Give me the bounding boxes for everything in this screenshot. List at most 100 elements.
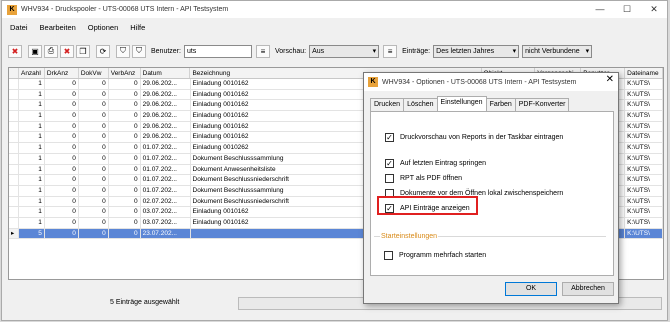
row-indicator[interactable] — [9, 164, 19, 175]
table-cell: 1 — [19, 164, 45, 175]
table-cell: 0 — [109, 196, 141, 207]
toolbar: ✖ ▣ ⎙ ✖ ❐ ⟳ ⛉ ⛉ Benutzer: uts ≡ Vorschau… — [8, 41, 666, 61]
column-header[interactable]: Anzahl — [19, 68, 45, 78]
table-cell: 29.06.202... — [141, 100, 191, 111]
table-cell: 0 — [109, 207, 141, 217]
table-cell: 1 — [19, 153, 45, 164]
close-icon[interactable]: ✕ — [641, 1, 667, 18]
menu-bearbeiten[interactable]: Bearbeiten — [40, 23, 76, 32]
table-cell: 01.07.202... — [141, 185, 191, 196]
option-letzter-eintrag[interactable]: ✓ Auf letzten Eintrag springen — [385, 159, 486, 168]
dialog-title: WHV934 - Optionen - UTS-00068 UTS Intern… — [382, 78, 577, 86]
row-indicator[interactable] — [9, 79, 19, 89]
table-cell: K:\UTS\ — [625, 111, 663, 121]
menu-datei[interactable]: Datei — [10, 23, 28, 32]
dialog-close-icon[interactable]: ✕ — [606, 74, 614, 85]
column-header[interactable]: Dateiname — [625, 68, 663, 78]
row-indicator[interactable] — [9, 111, 19, 121]
option-rpt-pdf[interactable]: RPT als PDF öffnen — [385, 174, 462, 183]
option-label: RPT als PDF öffnen — [400, 175, 462, 182]
option-label: Druckvorschau von Reports in der Taskbar… — [400, 134, 564, 141]
table-cell: 03.07.202... — [141, 207, 191, 217]
table-cell: 1 — [19, 196, 45, 207]
maximize-icon[interactable]: ☐ — [614, 1, 640, 18]
table-cell: 0 — [109, 164, 141, 175]
table-cell: 0 — [45, 175, 79, 185]
table-cell: 1 — [19, 121, 45, 132]
column-header[interactable]: VerbAnz — [109, 68, 141, 78]
row-indicator-header — [9, 68, 19, 78]
benutzer-input[interactable]: uts — [183, 44, 252, 58]
checkbox-checked[interactable]: ✓ — [385, 159, 394, 168]
refresh-icon[interactable]: ⟳ — [96, 44, 110, 58]
checkbox-unchecked[interactable] — [385, 174, 394, 183]
table-cell: K:\UTS\ — [625, 207, 663, 217]
save-icon[interactable]: ▣ — [28, 44, 42, 58]
row-indicator[interactable] — [9, 143, 19, 153]
table-cell: 0 — [109, 89, 141, 100]
cancel-button[interactable]: Abbrechen — [562, 282, 614, 296]
vorschau-select[interactable]: Aus — [309, 44, 380, 58]
tab-einstellungen[interactable]: Einstellungen — [436, 96, 487, 111]
tab-pdf-konverter[interactable]: PDF-Konverter — [514, 98, 570, 111]
window-title: WHV934 - Druckspooler - UTS-00068 UTS In… — [21, 6, 229, 13]
row-indicator[interactable] — [9, 196, 19, 207]
table-cell: K:\UTS\ — [625, 217, 663, 228]
table-cell: 1 — [19, 217, 45, 228]
row-indicator[interactable]: ▸ — [9, 228, 19, 239]
row-indicator[interactable] — [9, 153, 19, 164]
benutzer-label: Benutzer: — [151, 47, 181, 55]
table-cell: 0 — [45, 89, 79, 100]
row-indicator[interactable] — [9, 217, 19, 228]
row-indicator[interactable] — [9, 89, 19, 100]
list-icon[interactable]: ≡ — [255, 44, 270, 58]
row-indicator[interactable] — [9, 121, 19, 132]
table-cell: 01.07.202... — [141, 164, 191, 175]
row-indicator[interactable] — [9, 185, 19, 196]
table-cell: 01.07.202... — [141, 143, 191, 153]
table-cell: 0 — [79, 207, 109, 217]
row-indicator[interactable] — [9, 100, 19, 111]
table-cell: 5 — [19, 228, 45, 239]
tab-farben[interactable]: Farben — [485, 98, 516, 111]
list-icon[interactable]: ≡ — [383, 44, 398, 58]
table-cell: 01.07.202... — [141, 175, 191, 185]
checkbox-unchecked[interactable] — [384, 251, 393, 260]
print-icon[interactable]: ⎙ — [44, 44, 58, 58]
filter-icon[interactable]: ⛉ — [116, 44, 130, 58]
verbunden-select[interactable]: nicht Verbundene — [522, 44, 593, 58]
table-cell: 0 — [109, 175, 141, 185]
ok-button[interactable]: OK — [505, 282, 557, 296]
vorschau-label: Vorschau: — [274, 47, 307, 55]
tab-loeschen[interactable]: Löschen — [403, 98, 438, 111]
row-indicator[interactable] — [9, 175, 19, 185]
column-header[interactable]: Datum — [141, 68, 191, 78]
table-cell: K:\UTS\ — [625, 121, 663, 132]
table-cell: 0 — [45, 100, 79, 111]
eintraege-select[interactable]: Des letzten Jahres — [433, 44, 520, 58]
minimize-icon[interactable]: — — [587, 1, 613, 18]
option-druckvorschau[interactable]: ✓ Druckvorschau von Reports in der Taskb… — [385, 133, 563, 142]
table-cell: K:\UTS\ — [625, 100, 663, 111]
table-cell: 02.07.202... — [141, 196, 191, 207]
table-cell: 0 — [109, 100, 141, 111]
table-cell: K:\UTS\ — [625, 196, 663, 207]
table-cell: 0 — [79, 164, 109, 175]
option-label: Programm mehrfach starten — [399, 252, 487, 259]
tab-drucken[interactable]: Drucken — [370, 98, 405, 111]
table-cell: 0 — [79, 185, 109, 196]
row-indicator[interactable] — [9, 207, 19, 217]
delete-icon[interactable]: ✖ — [8, 44, 22, 58]
checkbox-checked[interactable]: ✓ — [385, 133, 394, 142]
copy-icon[interactable]: ❐ — [76, 44, 90, 58]
row-indicator[interactable] — [9, 132, 19, 143]
column-header[interactable]: DokVw — [79, 68, 109, 78]
filter-clear-icon[interactable]: ⛉ — [132, 44, 146, 58]
table-cell: 0 — [79, 111, 109, 121]
column-header[interactable]: DrkAnz — [45, 68, 79, 78]
table-cell: 29.06.202... — [141, 132, 191, 143]
option-mehrfach-starten[interactable]: Programm mehrfach starten — [384, 251, 486, 260]
menu-hilfe[interactable]: Hilfe — [130, 23, 145, 32]
menu-optionen[interactable]: Optionen — [88, 23, 118, 32]
remove-icon[interactable]: ✖ — [60, 44, 74, 58]
